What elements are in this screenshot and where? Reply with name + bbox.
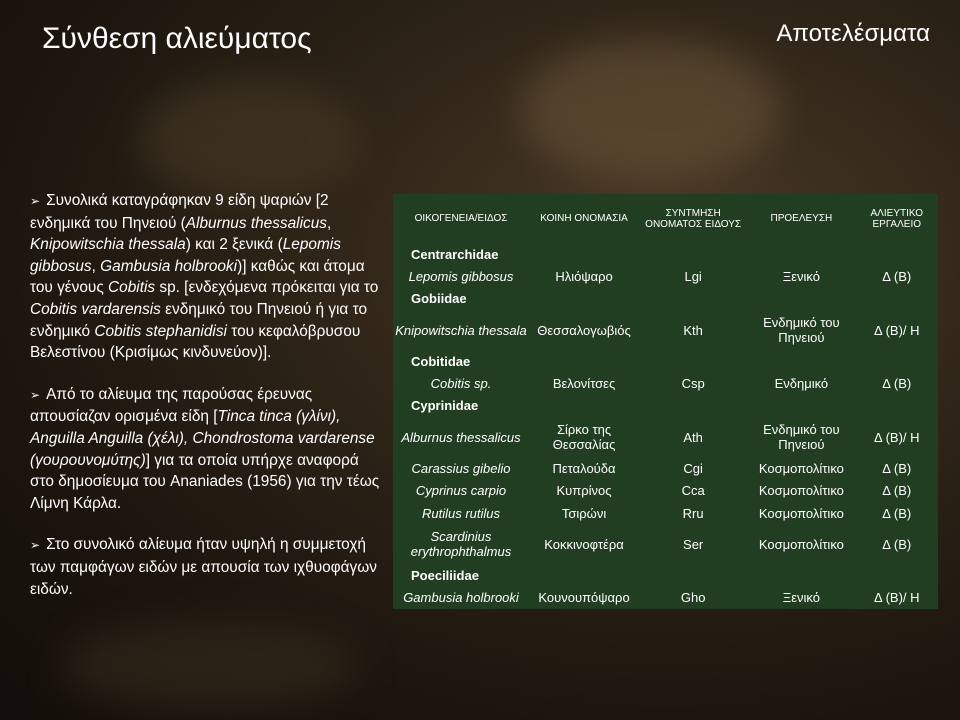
species-row: Cobitis sp. Βελονίτσες Csp Ενδημικό Δ (Β) bbox=[393, 372, 938, 394]
common-name: Κοκκινοφτέρα bbox=[544, 536, 624, 552]
species-code: Ath bbox=[683, 429, 703, 445]
species-row: Scardinius erythrophthalmus Κοκκινοφτέρα S… bbox=[393, 524, 938, 564]
fishing-gear: Δ (Β) bbox=[882, 376, 912, 392]
background-texture bbox=[140, 80, 360, 200]
species-table: ΟΙΚΟΓΕΝΕΙΑ/ΕΙΔΟΣ ΚΟΙΝΗ ΟΝΟΜΑΣΙΑ ΣΥΝΤΜΗΣΗ Ο… bbox=[393, 194, 938, 609]
bullet-text: Alburnus thessalicus bbox=[185, 214, 327, 232]
arrow-bullet-icon: ➢ bbox=[30, 538, 41, 553]
species-name: Knipowitschia thessala bbox=[395, 322, 527, 338]
origin: Ξενικό bbox=[782, 590, 820, 606]
family-name: Gobiidae bbox=[411, 291, 467, 307]
species-row: Carassius gibelio Πεταλούδα Cgi Κοσμοπολίτι… bbox=[393, 457, 938, 479]
fishing-gear: Δ (Β) bbox=[882, 269, 912, 285]
arrow-bullet-icon: ➢ bbox=[30, 387, 41, 402]
origin: Ενδημικό του Πηνειού bbox=[763, 315, 840, 346]
common-name: Βελονίτσες bbox=[552, 376, 616, 392]
family-row: Gobiidae bbox=[393, 288, 938, 310]
species-code: Rru bbox=[682, 505, 704, 521]
species-name: Scardinius erythrophthalmus bbox=[410, 529, 512, 560]
fishing-gear: Δ (Β)/ Η bbox=[874, 590, 920, 606]
origin: Κοσμοπολίτικο bbox=[758, 460, 844, 476]
slide-title: Σύνθεση αλιεύματος bbox=[42, 22, 312, 55]
species-row: Alburnus thessalicus Σίρκο της Θεσσαλίας A… bbox=[393, 417, 938, 457]
species-name: Cobitis sp. bbox=[430, 376, 492, 392]
species-row: Gambusia holbrooki Κουνουπόψαρο Gho Ξενικό Δ… bbox=[393, 587, 938, 609]
fishing-gear: Δ (Β) bbox=[882, 460, 912, 476]
species-code: Lgi bbox=[684, 269, 702, 285]
common-name: Ηλιόψαρο bbox=[555, 269, 613, 285]
arrow-bullet-icon: ➢ bbox=[30, 194, 41, 208]
origin: Κοσμοπολίτικο bbox=[758, 505, 844, 521]
family-row: Cobitidae bbox=[393, 350, 938, 372]
slide-subtitle: Αποτελέσματα bbox=[776, 20, 930, 47]
species-code: Cgi bbox=[683, 460, 703, 476]
family-row: Poeciliidae bbox=[393, 564, 938, 586]
bullet-text: , bbox=[326, 214, 332, 232]
family-name: Cobitidae bbox=[411, 353, 471, 369]
bullet-text: ) και 2 ξενικά ( bbox=[185, 236, 283, 254]
common-name: Σίρκο της Θεσσαλίας bbox=[552, 422, 616, 453]
bullet-text: sp. [ενδεχόμενα πρόκειται για το bbox=[155, 279, 379, 297]
species-row: Cyprinus carpio Κυπρίνος Cca Κοσμοπολίτικο Δ… bbox=[393, 480, 938, 502]
bullet-item: ➢ Στο συνολικό αλίευμα ήταν υψηλή η συμμε… bbox=[30, 534, 380, 600]
origin: Κοσμοπολίτικο bbox=[758, 536, 844, 552]
bullet-text: Cobitis stephanidisi bbox=[94, 322, 227, 340]
species-code: Ser bbox=[683, 536, 704, 552]
origin: Ξενικό bbox=[782, 269, 820, 285]
fishing-gear: Δ (Β) bbox=[882, 505, 912, 521]
species-name: Gambusia holbrooki bbox=[403, 590, 519, 606]
column-header: ΠΡΟΕΛΕΥΣΗ bbox=[770, 213, 833, 224]
origin: Κοσμοπολίτικο bbox=[758, 483, 844, 499]
bullet-text: Gambusia holbrooki bbox=[100, 257, 238, 275]
bullet-item: ➢ Συνολικά καταγράφηκαν 9 είδη ψαριών [2 … bbox=[30, 190, 380, 364]
species-row: Lepomis gibbosus Ηλιόψαρο Lgi Ξενικό Δ (Β) bbox=[393, 265, 938, 287]
common-name: Τσιρώνι bbox=[561, 505, 607, 521]
bullet-text: Στο συνολικό αλίευμα ήταν υψηλή η συμμετ… bbox=[30, 536, 377, 598]
species-name: Cyprinus carpio bbox=[415, 483, 507, 499]
bullet-text: Knipowitschia thessala bbox=[30, 236, 186, 254]
species-code: Cca bbox=[681, 483, 705, 499]
bullet-item: ➢ Από το αλίευμα της παρούσας έρευνας απο… bbox=[30, 384, 380, 515]
background-texture bbox=[520, 40, 780, 180]
bullet-list: ➢ Συνολικά καταγράφηκαν 9 είδη ψαριών [2 … bbox=[30, 190, 380, 620]
family-row: Cyprinidae bbox=[393, 395, 938, 417]
table-header-row: ΟΙΚΟΓΕΝΕΙΑ/ΕΙΔΟΣ ΚΟΙΝΗ ΟΝΟΜΑΣΙΑ ΣΥΝΤΜΗΣΗ Ο… bbox=[393, 194, 938, 243]
fishing-gear: Δ (Β) bbox=[882, 536, 912, 552]
species-name: Lepomis gibbosus bbox=[408, 269, 514, 285]
column-header: ΟΙΚΟΓΕΝΕΙΑ/ΕΙΔΟΣ bbox=[414, 213, 508, 224]
family-name: Centrarchidae bbox=[411, 246, 499, 262]
common-name: Θεσσαλογωβιός bbox=[537, 322, 631, 338]
common-name: Κυπρίνος bbox=[556, 483, 612, 499]
species-code: Gho bbox=[680, 590, 706, 606]
origin: Ενδημικό του Πηνειού bbox=[763, 422, 840, 453]
bullet-text: , bbox=[91, 257, 101, 275]
column-header: ΚΟΙΝΗ ΟΝΟΜΑΣΙΑ bbox=[540, 213, 628, 224]
background-texture bbox=[60, 620, 360, 710]
fishing-gear: Δ (Β) bbox=[882, 483, 912, 499]
species-name: Rutilus rutilus bbox=[421, 505, 501, 521]
common-name: Πεταλούδα bbox=[552, 460, 616, 476]
origin: Ενδημικό bbox=[774, 376, 829, 392]
species-code: Csp bbox=[681, 376, 705, 392]
bullet-text: Cobitis vardarensis bbox=[30, 300, 161, 318]
species-name: Alburnus thessalicus bbox=[401, 429, 521, 445]
column-header: ΣΥΝΤΜΗΣΗ ΟΝΟΜΑΤΟΣ ΕΙΔΟΥΣ bbox=[645, 207, 742, 230]
family-name: Cyprinidae bbox=[411, 398, 479, 414]
fishing-gear: Δ (Β)/ Η bbox=[874, 322, 920, 338]
fishing-gear: Δ (Β)/ Η bbox=[874, 429, 920, 445]
common-name: Κουνουπόψαρο bbox=[538, 590, 630, 606]
species-name: Carassius gibelio bbox=[411, 460, 511, 476]
species-row: Rutilus rutilus Τσιρώνι Rru Κοσμοπολίτικο Δ … bbox=[393, 502, 938, 524]
family-row: Centrarchidae bbox=[393, 243, 938, 265]
column-header: ΑΛΙΕΥΤΙΚΟ ΕΡΓΑΛΕΙΟ bbox=[870, 207, 924, 230]
family-name: Poeciliidae bbox=[411, 567, 479, 583]
species-code: Kth bbox=[683, 322, 703, 338]
species-row: Knipowitschia thessala Θεσσαλογωβιός Kth Εν… bbox=[393, 310, 938, 350]
bullet-text: Cobitis bbox=[108, 279, 156, 297]
